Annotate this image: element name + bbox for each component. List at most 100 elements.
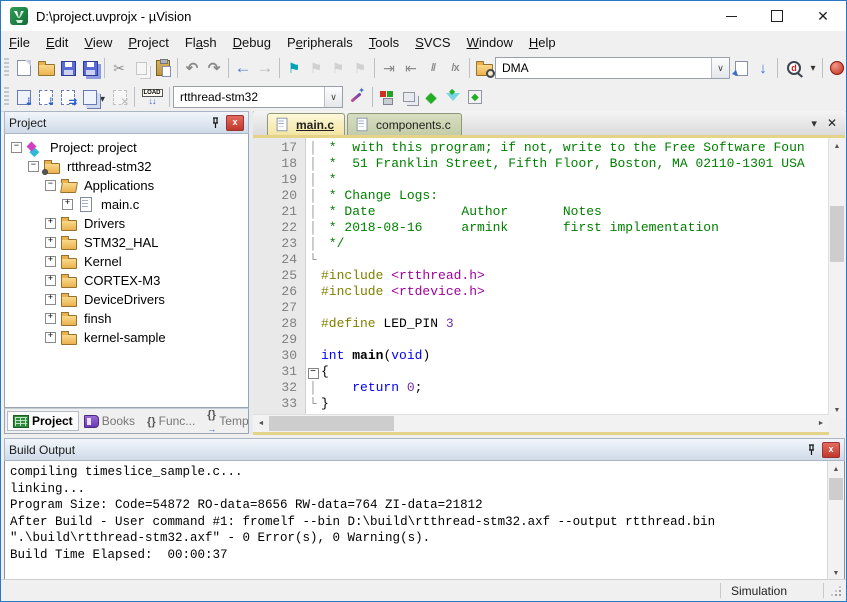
code-editor[interactable]: 17│ * with this program; if not, write t…: [253, 138, 829, 418]
expand-icon[interactable]: +: [45, 313, 56, 324]
navigate-forward-button[interactable]: [254, 57, 276, 79]
expand-icon[interactable]: +: [45, 275, 56, 286]
new-file-button[interactable]: [13, 57, 35, 79]
pack-installer-button[interactable]: [464, 86, 486, 108]
scroll-down-icon[interactable]: ▼: [829, 402, 845, 418]
target-value[interactable]: rtthread-stm32: [174, 90, 324, 104]
panel-tab-books[interactable]: Books: [79, 412, 140, 430]
batch-build-dropdown-icon[interactable]: [100, 90, 105, 105]
scroll-up-icon[interactable]: ▲: [828, 461, 844, 477]
project-tree[interactable]: −Project: project−rtthread-stm32−Applica…: [4, 134, 249, 408]
close-document-icon[interactable]: [827, 114, 837, 132]
expand-icon[interactable]: +: [45, 256, 56, 267]
tab-components-c[interactable]: components.c: [347, 113, 462, 135]
collapse-icon[interactable]: −: [28, 161, 39, 172]
tab-list-dropdown-icon[interactable]: [811, 114, 817, 132]
open-file-button[interactable]: [35, 57, 57, 79]
build-output-scrollbar[interactable]: ▲ ▼: [827, 461, 844, 581]
comment-selection-button[interactable]: [422, 57, 444, 79]
rebuild-all-button[interactable]: ⇉: [57, 86, 79, 108]
save-all-button[interactable]: [79, 57, 101, 79]
tree-item-stm32-hal[interactable]: +STM32_HAL: [5, 233, 248, 252]
expand-icon[interactable]: +: [62, 199, 73, 210]
toolbar-grip[interactable]: [4, 58, 9, 78]
build-output-close-button[interactable]: [822, 442, 840, 458]
target-dropdown-icon[interactable]: [324, 87, 342, 107]
tree-item-kernel-sample[interactable]: +kernel-sample: [5, 328, 248, 347]
collapse-icon[interactable]: −: [45, 180, 56, 191]
editor-vertical-scrollbar[interactable]: ▲ ▼: [828, 138, 845, 418]
maximize-button[interactable]: [754, 1, 800, 31]
menu-file[interactable]: File: [1, 33, 38, 52]
tree-item-main-c[interactable]: +main.c: [5, 195, 248, 214]
search-combobox[interactable]: DMA: [495, 57, 730, 79]
manage-project-items-button[interactable]: [376, 86, 398, 108]
collapse-icon[interactable]: −: [11, 142, 22, 153]
redo-button[interactable]: [203, 57, 225, 79]
insert-breakpoint-button[interactable]: [826, 57, 846, 79]
tab-main-c[interactable]: main.c: [267, 113, 345, 135]
search-value[interactable]: DMA: [496, 61, 711, 75]
search-dropdown-icon[interactable]: [711, 58, 729, 78]
scroll-right-icon[interactable]: ►: [813, 415, 829, 432]
stop-build-button[interactable]: ✕: [109, 86, 131, 108]
resize-grip[interactable]: [839, 594, 841, 596]
tree-item-applications[interactable]: −Applications: [5, 176, 248, 195]
tree-item-finsh[interactable]: +finsh: [5, 309, 248, 328]
find-dropdown-icon[interactable]: [807, 57, 819, 79]
find-in-files-dialog-button[interactable]: [730, 57, 752, 79]
tree-item-drivers[interactable]: +Drivers: [5, 214, 248, 233]
minimize-button[interactable]: [708, 1, 754, 31]
editor-horizontal-scrollbar[interactable]: ◄ ►: [253, 414, 829, 435]
scroll-track[interactable]: [829, 262, 845, 402]
expand-icon[interactable]: +: [45, 237, 56, 248]
navigate-back-button[interactable]: [232, 57, 254, 79]
expand-icon[interactable]: +: [45, 294, 56, 305]
panel-tab-project[interactable]: Project: [7, 411, 79, 431]
toolbar-grip[interactable]: [4, 87, 9, 107]
indent-button[interactable]: [378, 57, 400, 79]
build-output-text[interactable]: compiling timeslice_sample.c...linking..…: [5, 461, 828, 581]
scroll-up-icon[interactable]: ▲: [829, 138, 845, 154]
options-for-target-button[interactable]: [343, 86, 369, 108]
pin-icon[interactable]: [208, 116, 222, 130]
menu-flash[interactable]: Flash: [177, 33, 225, 52]
previous-bookmark-button[interactable]: [305, 57, 327, 79]
menu-debug[interactable]: Debug: [225, 33, 279, 52]
tree-item-rtthread-stm32[interactable]: −rtthread-stm32: [5, 157, 248, 176]
clear-bookmarks-button[interactable]: [349, 57, 371, 79]
paste-button[interactable]: [152, 57, 174, 79]
menu-window[interactable]: Window: [459, 33, 521, 52]
tree-item-kernel[interactable]: +Kernel: [5, 252, 248, 271]
uncomment-selection-button[interactable]: [444, 57, 466, 79]
menu-tools[interactable]: Tools: [361, 33, 407, 52]
fold-collapse-icon[interactable]: −: [308, 368, 319, 379]
find-button[interactable]: d: [781, 57, 807, 79]
unindent-button[interactable]: [400, 57, 422, 79]
target-select-combobox[interactable]: rtthread-stm32: [173, 86, 343, 108]
scroll-thumb[interactable]: [269, 416, 394, 431]
toggle-bookmark-button[interactable]: [283, 57, 305, 79]
menu-edit[interactable]: Edit: [38, 33, 76, 52]
tree-item-project-project[interactable]: −Project: project: [5, 138, 248, 157]
scroll-thumb[interactable]: [829, 478, 843, 500]
translate-file-button[interactable]: ⇣: [13, 86, 35, 108]
tree-item-cortex-m3[interactable]: +CORTEX-M3: [5, 271, 248, 290]
expand-icon[interactable]: +: [45, 332, 56, 343]
fold-margin[interactable]: −: [305, 364, 321, 380]
find-in-files-button[interactable]: [473, 57, 495, 79]
manage-rte-button[interactable]: [420, 86, 442, 108]
incremental-find-button[interactable]: [752, 57, 774, 79]
expand-icon[interactable]: +: [45, 218, 56, 229]
menu-help[interactable]: Help: [521, 33, 564, 52]
menu-view[interactable]: View: [76, 33, 120, 52]
scroll-track[interactable]: [394, 415, 813, 432]
scroll-thumb[interactable]: [830, 206, 844, 262]
scroll-left-icon[interactable]: ◄: [253, 415, 269, 432]
pin-icon[interactable]: [804, 443, 818, 457]
file-extensions-button[interactable]: [398, 86, 420, 108]
download-to-flash-button[interactable]: LOAD↓↓: [138, 86, 166, 108]
batch-build-button[interactable]: [79, 86, 109, 108]
menu-peripherals[interactable]: Peripherals: [279, 33, 361, 52]
scroll-track[interactable]: [828, 500, 844, 565]
